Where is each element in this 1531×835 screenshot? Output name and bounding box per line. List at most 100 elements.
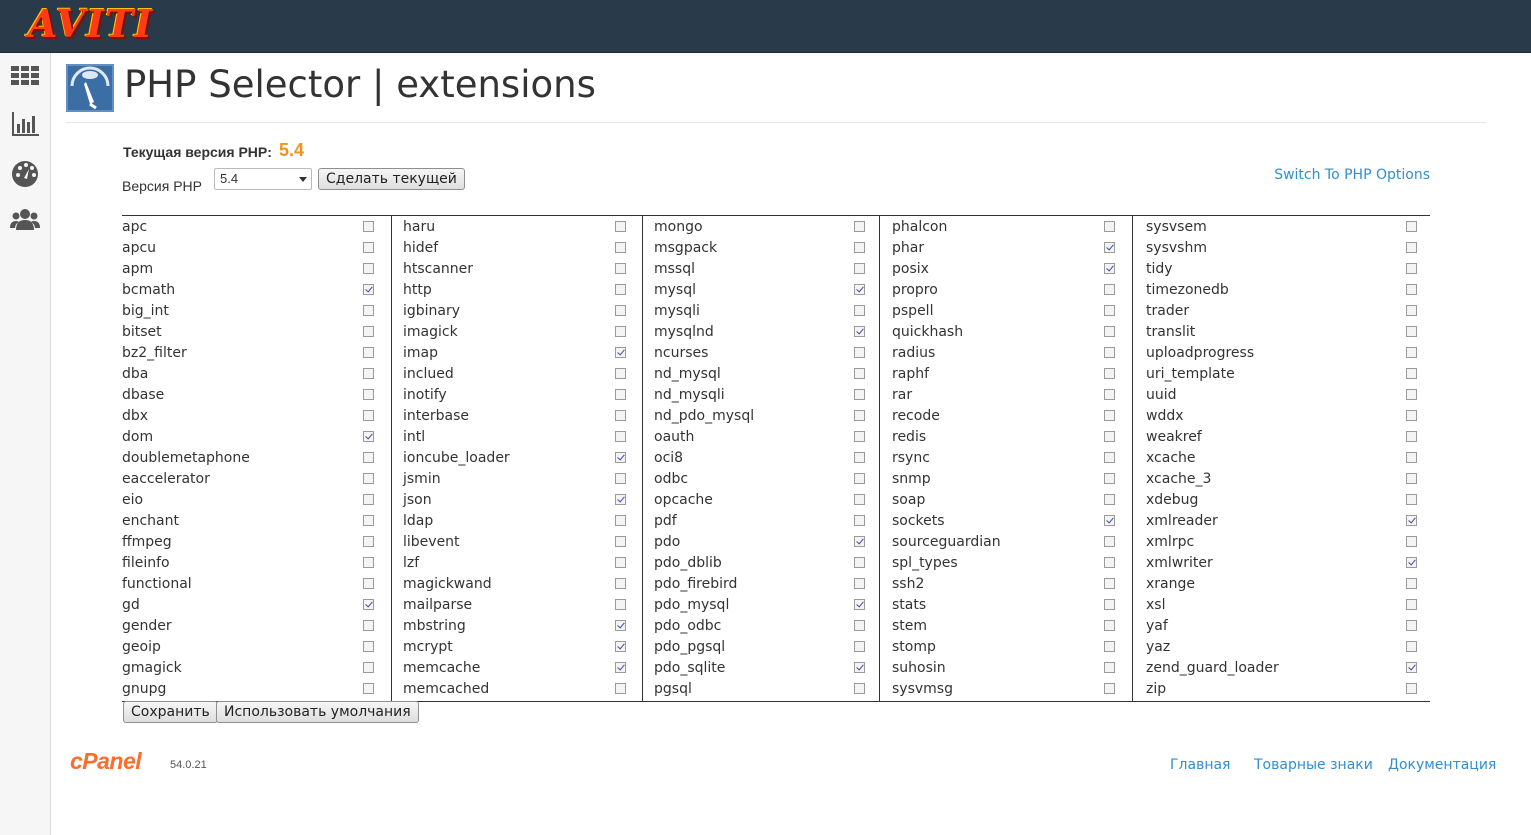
extension-checkbox[interactable] xyxy=(363,599,374,610)
extension-checkbox[interactable] xyxy=(1104,557,1115,568)
users-group-icon[interactable] xyxy=(9,204,41,236)
footer-link-documentation[interactable]: Документация xyxy=(1388,757,1496,773)
extension-checkbox[interactable] xyxy=(854,263,865,274)
extension-checkbox[interactable] xyxy=(1104,284,1115,295)
extension-checkbox[interactable] xyxy=(1104,389,1115,400)
extension-checkbox[interactable] xyxy=(854,620,865,631)
extension-checkbox[interactable] xyxy=(363,410,374,421)
extension-checkbox[interactable] xyxy=(1104,662,1115,673)
extension-checkbox[interactable] xyxy=(615,263,626,274)
extension-checkbox[interactable] xyxy=(615,557,626,568)
extension-checkbox[interactable] xyxy=(1406,221,1417,232)
extension-checkbox[interactable] xyxy=(854,452,865,463)
extension-checkbox[interactable] xyxy=(1104,431,1115,442)
extension-checkbox[interactable] xyxy=(1104,515,1115,526)
extension-checkbox[interactable] xyxy=(1406,536,1417,547)
extension-checkbox[interactable] xyxy=(1406,242,1417,253)
extension-checkbox[interactable] xyxy=(363,305,374,316)
extension-checkbox[interactable] xyxy=(1104,473,1115,484)
extension-checkbox[interactable] xyxy=(615,620,626,631)
extension-checkbox[interactable] xyxy=(363,494,374,505)
extension-checkbox[interactable] xyxy=(1104,410,1115,421)
use-defaults-button[interactable]: Использовать умолчания xyxy=(216,701,419,723)
extension-checkbox[interactable] xyxy=(363,452,374,463)
extension-checkbox[interactable] xyxy=(1104,494,1115,505)
extension-checkbox[interactable] xyxy=(363,515,374,526)
extension-checkbox[interactable] xyxy=(1406,662,1417,673)
extension-checkbox[interactable] xyxy=(1406,578,1417,589)
extension-checkbox[interactable] xyxy=(1406,557,1417,568)
extension-checkbox[interactable] xyxy=(1406,683,1417,694)
extension-checkbox[interactable] xyxy=(1406,305,1417,316)
footer-link-home[interactable]: Главная xyxy=(1170,757,1230,773)
extension-checkbox[interactable] xyxy=(615,578,626,589)
extension-checkbox[interactable] xyxy=(363,389,374,400)
extension-checkbox[interactable] xyxy=(1104,683,1115,694)
extension-checkbox[interactable] xyxy=(615,599,626,610)
extension-checkbox[interactable] xyxy=(1104,221,1115,232)
extension-checkbox[interactable] xyxy=(854,662,865,673)
extension-checkbox[interactable] xyxy=(1406,452,1417,463)
extension-checkbox[interactable] xyxy=(1406,515,1417,526)
extension-checkbox[interactable] xyxy=(854,389,865,400)
extension-checkbox[interactable] xyxy=(1406,368,1417,379)
extension-checkbox[interactable] xyxy=(363,242,374,253)
extension-checkbox[interactable] xyxy=(615,641,626,652)
extension-checkbox[interactable] xyxy=(854,368,865,379)
extension-checkbox[interactable] xyxy=(1406,431,1417,442)
extension-checkbox[interactable] xyxy=(615,515,626,526)
extension-checkbox[interactable] xyxy=(363,557,374,568)
extension-checkbox[interactable] xyxy=(854,221,865,232)
extension-checkbox[interactable] xyxy=(854,515,865,526)
save-button[interactable]: Сохранить xyxy=(123,701,218,723)
extension-checkbox[interactable] xyxy=(1104,452,1115,463)
extension-checkbox[interactable] xyxy=(854,641,865,652)
extension-checkbox[interactable] xyxy=(363,473,374,484)
extension-checkbox[interactable] xyxy=(1104,536,1115,547)
extension-checkbox[interactable] xyxy=(854,410,865,421)
extension-checkbox[interactable] xyxy=(615,284,626,295)
extension-checkbox[interactable] xyxy=(1406,620,1417,631)
extension-checkbox[interactable] xyxy=(854,326,865,337)
extension-checkbox[interactable] xyxy=(1104,347,1115,358)
extension-checkbox[interactable] xyxy=(1104,641,1115,652)
extension-checkbox[interactable] xyxy=(854,536,865,547)
extension-checkbox[interactable] xyxy=(363,284,374,295)
extension-checkbox[interactable] xyxy=(363,431,374,442)
extension-checkbox[interactable] xyxy=(615,536,626,547)
extension-checkbox[interactable] xyxy=(615,389,626,400)
extension-checkbox[interactable] xyxy=(1406,473,1417,484)
extension-checkbox[interactable] xyxy=(1406,326,1417,337)
extension-checkbox[interactable] xyxy=(1406,641,1417,652)
extension-checkbox[interactable] xyxy=(615,305,626,316)
extension-checkbox[interactable] xyxy=(363,641,374,652)
extension-checkbox[interactable] xyxy=(854,305,865,316)
extension-checkbox[interactable] xyxy=(1406,263,1417,274)
extension-checkbox[interactable] xyxy=(1104,578,1115,589)
extension-checkbox[interactable] xyxy=(1104,368,1115,379)
extension-checkbox[interactable] xyxy=(615,473,626,484)
bar-chart-icon[interactable] xyxy=(9,108,41,140)
extension-checkbox[interactable] xyxy=(854,284,865,295)
extension-checkbox[interactable] xyxy=(1104,263,1115,274)
brand-logo[interactable]: AVITI xyxy=(28,2,153,46)
extension-checkbox[interactable] xyxy=(615,242,626,253)
extension-checkbox[interactable] xyxy=(1104,599,1115,610)
extension-checkbox[interactable] xyxy=(363,326,374,337)
extension-checkbox[interactable] xyxy=(363,536,374,547)
grid-apps-icon[interactable] xyxy=(9,60,41,92)
extension-checkbox[interactable] xyxy=(854,473,865,484)
extension-checkbox[interactable] xyxy=(363,683,374,694)
extension-checkbox[interactable] xyxy=(615,431,626,442)
extension-checkbox[interactable] xyxy=(615,347,626,358)
switch-to-php-options-link[interactable]: Switch To PHP Options xyxy=(1274,167,1430,183)
extension-checkbox[interactable] xyxy=(615,662,626,673)
cpanel-logo[interactable]: cPanel xyxy=(70,748,142,775)
extension-checkbox[interactable] xyxy=(363,263,374,274)
php-version-select[interactable]: 5.4 xyxy=(214,168,312,190)
extension-checkbox[interactable] xyxy=(854,557,865,568)
make-current-button[interactable]: Сделать текущей xyxy=(318,168,465,190)
extension-checkbox[interactable] xyxy=(615,410,626,421)
extension-checkbox[interactable] xyxy=(1406,284,1417,295)
dashboard-gauge-icon[interactable] xyxy=(9,157,41,189)
